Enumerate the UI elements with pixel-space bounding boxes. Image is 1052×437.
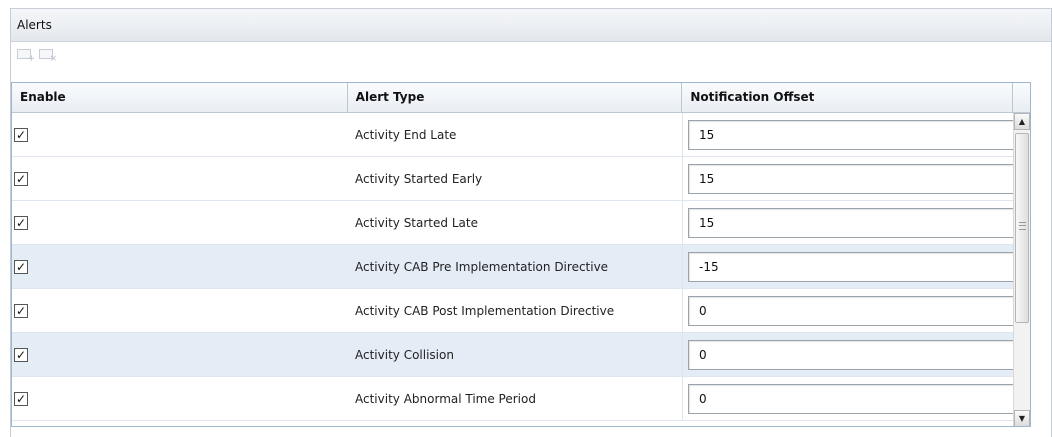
enable-checkbox[interactable]: ✓	[14, 216, 28, 230]
vertical-scrollbar[interactable]: ▲ ▼	[1013, 113, 1030, 426]
column-header-notification-offset[interactable]: Notification Offset	[682, 83, 1014, 113]
alert-type-cell: Activity CAB Pre Implementation Directiv…	[348, 245, 683, 289]
remove-row-icon[interactable]: ×	[39, 48, 57, 64]
column-header-enable[interactable]: Enable	[12, 83, 348, 113]
notification-offset-input[interactable]	[688, 252, 1014, 282]
alert-type-cell: Activity Abnormal Time Period	[348, 377, 683, 421]
notification-offset-input[interactable]	[688, 164, 1014, 194]
enable-checkbox[interactable]: ✓	[14, 172, 28, 186]
notification-offset-input[interactable]	[688, 340, 1014, 370]
table-row[interactable]: ✓ Activity CAB Pre Implementation Direct…	[12, 245, 1014, 289]
alerts-grid: Enable Alert Type Notification Offset ✓ …	[11, 82, 1031, 427]
notification-offset-input[interactable]	[688, 296, 1014, 326]
enable-checkbox[interactable]: ✓	[14, 260, 28, 274]
table-row[interactable]: ✓ Activity CAB Post Implementation Direc…	[12, 289, 1014, 333]
table-row[interactable]: ✓ Activity End Late	[12, 113, 1014, 157]
header-spacer	[1013, 83, 1030, 113]
scroll-up-icon[interactable]: ▲	[1014, 113, 1030, 130]
scrollbar-thumb[interactable]	[1015, 133, 1029, 323]
grid-header: Enable Alert Type Notification Offset	[12, 83, 1030, 113]
scroll-down-icon[interactable]: ▼	[1014, 410, 1030, 426]
enable-checkbox[interactable]: ✓	[14, 304, 28, 318]
notification-offset-input[interactable]	[688, 120, 1014, 150]
enable-checkbox[interactable]: ✓	[14, 392, 28, 406]
column-header-alert-type[interactable]: Alert Type	[348, 83, 683, 113]
alert-type-cell: Activity CAB Post Implementation Directi…	[348, 289, 683, 333]
enable-checkbox[interactable]: ✓	[14, 128, 28, 142]
alert-type-cell: Activity Collision	[348, 333, 683, 377]
table-row[interactable]: ✓ Activity Started Early	[12, 157, 1014, 201]
enable-checkbox[interactable]: ✓	[14, 348, 28, 362]
notification-offset-input[interactable]	[688, 208, 1014, 238]
notification-offset-input[interactable]	[688, 384, 1014, 414]
panel-title: Alerts	[11, 9, 1051, 42]
table-row[interactable]: ✓ Activity Collision	[12, 333, 1014, 377]
grid-body: ✓ Activity End Late ✓ Activity Started E…	[12, 113, 1014, 421]
table-row[interactable]: ✓ Activity Started Late	[12, 201, 1014, 245]
toolbar: + ×	[11, 42, 1051, 67]
add-row-icon[interactable]: +	[17, 48, 35, 64]
table-row[interactable]: ✓ Activity Abnormal Time Period	[12, 377, 1014, 421]
alert-type-cell: Activity Started Late	[348, 201, 683, 245]
alert-type-cell: Activity Started Early	[348, 157, 683, 201]
alert-type-cell: Activity End Late	[348, 113, 683, 157]
